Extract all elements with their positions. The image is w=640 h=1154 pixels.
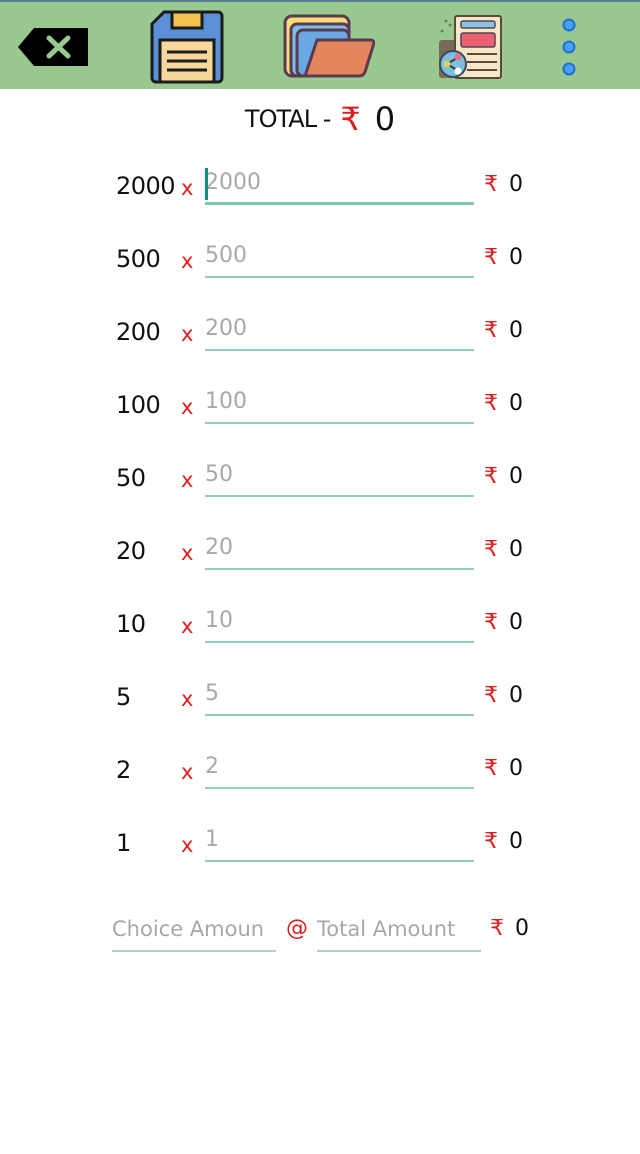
row-amount: 0 bbox=[509, 391, 523, 416]
more-vertical-icon bbox=[562, 18, 576, 76]
count-field[interactable] bbox=[205, 673, 474, 716]
count-input[interactable] bbox=[205, 381, 474, 421]
row-amount: 0 bbox=[509, 756, 523, 781]
rupee-icon: ₹ bbox=[484, 318, 498, 343]
multiply-icon: x bbox=[181, 249, 194, 273]
count-field[interactable] bbox=[205, 527, 474, 570]
grand-total: TOTAL - ₹ 0 bbox=[0, 96, 640, 142]
at-symbol: @ bbox=[286, 916, 308, 941]
count-field[interactable] bbox=[205, 746, 474, 789]
denomination-label: 1 bbox=[116, 829, 131, 857]
multiply-icon: x bbox=[181, 395, 194, 419]
denomination-row: 100 x ₹0 bbox=[0, 381, 640, 454]
count-field[interactable] bbox=[205, 381, 474, 424]
count-input[interactable] bbox=[205, 308, 474, 348]
denomination-label: 10 bbox=[116, 610, 146, 638]
folder-open-icon bbox=[283, 14, 375, 78]
denomination-row: 10 x ₹0 bbox=[0, 600, 640, 673]
count-field[interactable] bbox=[205, 454, 474, 497]
count-field[interactable] bbox=[205, 235, 474, 278]
count-input[interactable] bbox=[205, 673, 474, 713]
rupee-icon: ₹ bbox=[340, 100, 361, 138]
denomination-row: 20 x ₹0 bbox=[0, 527, 640, 600]
multiply-icon: x bbox=[181, 468, 194, 492]
row-amount: 0 bbox=[509, 683, 523, 708]
denomination-label: 20 bbox=[116, 537, 146, 565]
more-options-button[interactable] bbox=[558, 16, 580, 78]
share-button[interactable] bbox=[437, 14, 503, 80]
denomination-label: 100 bbox=[116, 391, 161, 419]
denomination-label: 200 bbox=[116, 318, 161, 346]
multiply-icon: x bbox=[181, 176, 194, 200]
count-field[interactable] bbox=[205, 162, 474, 205]
text-caret bbox=[205, 168, 208, 200]
count-field[interactable] bbox=[205, 600, 474, 643]
count-input[interactable] bbox=[205, 527, 474, 567]
row-amount: 0 bbox=[509, 172, 523, 197]
multiply-icon: x bbox=[181, 833, 194, 857]
rupee-icon: ₹ bbox=[484, 829, 498, 854]
total-value: 0 bbox=[374, 100, 396, 138]
count-input[interactable] bbox=[205, 819, 474, 859]
count-field[interactable] bbox=[205, 308, 474, 351]
choice-amount-field[interactable] bbox=[112, 908, 276, 952]
choice-result-value: 0 bbox=[515, 916, 529, 941]
backspace-clear-icon bbox=[18, 28, 88, 66]
rupee-icon: ₹ bbox=[484, 464, 498, 489]
toolbar bbox=[0, 2, 640, 89]
denomination-label: 50 bbox=[116, 464, 146, 492]
denomination-row: 1 x ₹0 bbox=[0, 819, 640, 892]
row-amount: 0 bbox=[509, 537, 523, 562]
denomination-label: 2000 bbox=[116, 172, 176, 200]
row-amount: 0 bbox=[509, 829, 523, 854]
count-input[interactable] bbox=[205, 746, 474, 786]
rupee-icon: ₹ bbox=[484, 537, 498, 562]
total-label: TOTAL - bbox=[244, 105, 331, 133]
count-input[interactable] bbox=[205, 454, 474, 494]
count-input[interactable] bbox=[205, 162, 474, 202]
save-button[interactable] bbox=[150, 10, 224, 84]
row-amount: 0 bbox=[509, 610, 523, 635]
open-folder-button[interactable] bbox=[283, 14, 375, 80]
multiply-icon: x bbox=[181, 541, 194, 565]
multiply-icon: x bbox=[181, 687, 194, 711]
denomination-label: 2 bbox=[116, 756, 131, 784]
rupee-icon: ₹ bbox=[484, 245, 498, 270]
multiply-icon: x bbox=[181, 322, 194, 346]
denomination-row: 200 x ₹0 bbox=[0, 308, 640, 381]
row-amount: 0 bbox=[509, 464, 523, 489]
denomination-label: 500 bbox=[116, 245, 161, 273]
count-input[interactable] bbox=[205, 600, 474, 640]
choice-amount-input[interactable] bbox=[112, 908, 276, 950]
denomination-row: 500 x ₹0 bbox=[0, 235, 640, 308]
multiply-icon: x bbox=[181, 614, 194, 638]
rupee-icon: ₹ bbox=[484, 683, 498, 708]
rupee-icon: ₹ bbox=[490, 916, 504, 941]
rupee-icon: ₹ bbox=[484, 610, 498, 635]
rupee-icon: ₹ bbox=[484, 756, 498, 781]
rupee-icon: ₹ bbox=[484, 391, 498, 416]
denomination-label: 5 bbox=[116, 683, 131, 711]
row-amount: 0 bbox=[509, 245, 523, 270]
floppy-disk-save-icon bbox=[150, 10, 224, 84]
multiply-icon: x bbox=[181, 760, 194, 784]
denomination-row: 2000x ₹0 bbox=[0, 162, 640, 235]
total-amount-input[interactable] bbox=[317, 908, 481, 950]
share-document-icon bbox=[439, 15, 502, 79]
choice-row: @ ₹ 0 bbox=[0, 908, 640, 958]
count-field[interactable] bbox=[205, 819, 474, 862]
denomination-row: 5 x ₹0 bbox=[0, 673, 640, 746]
denomination-row: 2 x ₹0 bbox=[0, 746, 640, 819]
row-amount: 0 bbox=[509, 318, 523, 343]
count-input[interactable] bbox=[205, 235, 474, 275]
denomination-row: 50 x ₹0 bbox=[0, 454, 640, 527]
total-amount-field[interactable] bbox=[317, 908, 481, 952]
clear-button[interactable] bbox=[16, 26, 90, 68]
rupee-icon: ₹ bbox=[484, 172, 498, 197]
